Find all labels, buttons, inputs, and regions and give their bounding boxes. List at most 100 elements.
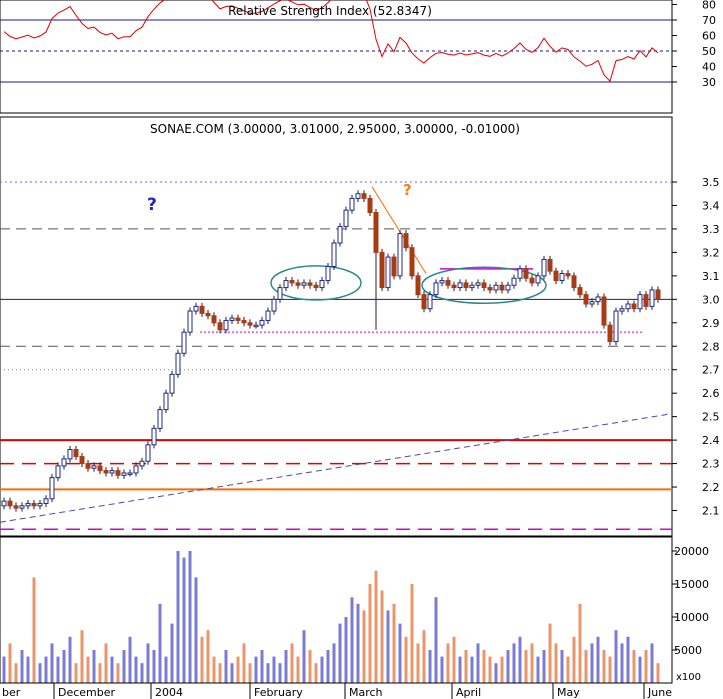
price-tick-label: 2.1 xyxy=(702,505,720,518)
volume-bar xyxy=(272,656,276,683)
candle-body xyxy=(517,268,523,279)
volume-bar xyxy=(260,650,264,683)
volume-tick-label: 5000 xyxy=(674,644,702,657)
candle-body xyxy=(49,477,55,500)
volume-bar xyxy=(86,656,90,683)
volume-bar xyxy=(302,630,306,683)
volume-bar xyxy=(128,636,132,683)
candle-body xyxy=(619,308,625,312)
volume-bar xyxy=(56,656,60,683)
candle-body xyxy=(19,505,25,509)
candle-body xyxy=(565,273,571,277)
candle-body xyxy=(127,472,133,475)
candle-body xyxy=(295,282,301,286)
candle-body xyxy=(649,289,655,307)
volume-bar xyxy=(164,656,168,683)
volume-bar xyxy=(308,650,312,683)
volume-bar xyxy=(548,623,552,683)
volume-bar xyxy=(248,663,252,683)
volume-bar xyxy=(362,610,366,683)
volume-bar xyxy=(146,643,150,683)
volume-bar xyxy=(440,656,444,683)
candle-body xyxy=(589,301,595,305)
candle-body xyxy=(385,256,391,289)
candle-body xyxy=(73,448,79,458)
volume-bar xyxy=(626,636,630,683)
price-tick-label: 3.1 xyxy=(702,270,720,283)
volume-bar xyxy=(224,650,228,683)
volume-bar xyxy=(536,656,540,683)
candle-body xyxy=(535,275,541,284)
candle-body xyxy=(133,465,139,474)
volume-bar xyxy=(68,636,72,683)
volume-bar xyxy=(254,656,258,683)
candle-body xyxy=(409,247,415,277)
candle-body xyxy=(445,280,451,286)
volume-bar xyxy=(572,636,576,683)
volume-bar xyxy=(158,603,162,683)
x-axis-label: 2004 xyxy=(155,686,183,699)
candle-body xyxy=(355,193,361,199)
price-tick-label: 2.5 xyxy=(702,411,720,424)
candle-body xyxy=(115,470,121,476)
candle-body xyxy=(97,465,103,472)
candle-body xyxy=(121,472,127,476)
candle-body xyxy=(367,197,373,214)
volume-bar xyxy=(458,656,462,683)
volume-bar xyxy=(374,570,378,683)
volume-bar xyxy=(290,643,294,683)
price-tick-label: 2.4 xyxy=(702,434,720,447)
volume-bar xyxy=(464,650,468,683)
volume-bar xyxy=(296,656,300,683)
volume-bar xyxy=(638,656,642,683)
volume-tick-label: 15000 xyxy=(674,578,709,591)
candle-body xyxy=(169,373,175,394)
volume-bar xyxy=(170,623,174,683)
volume-bar xyxy=(428,650,432,683)
candle-body xyxy=(541,258,547,277)
price-tick-label: 2.8 xyxy=(702,340,720,353)
volume-bar xyxy=(380,590,384,683)
volume-bar xyxy=(434,597,438,683)
x-axis-label: December xyxy=(58,686,116,699)
candle-body xyxy=(637,294,643,310)
candle-body xyxy=(67,448,73,460)
volume-bar xyxy=(368,584,372,683)
candle-body xyxy=(415,275,421,296)
candle-body xyxy=(13,505,19,509)
candle-body xyxy=(217,322,223,331)
volume-bar xyxy=(470,656,474,683)
candle-body xyxy=(361,193,367,199)
volume-tick-label: 20000 xyxy=(674,545,709,558)
volume-bar xyxy=(8,643,12,683)
rsi-tick-label: 30 xyxy=(702,76,716,89)
candle-body xyxy=(373,212,379,253)
volume-bar xyxy=(590,643,594,683)
candle-body xyxy=(271,298,277,312)
volume-bar xyxy=(656,663,660,683)
candle-body xyxy=(301,282,307,286)
candle-body xyxy=(319,280,325,289)
candle-body xyxy=(577,287,583,296)
candle-body xyxy=(253,324,259,328)
candle-body xyxy=(331,242,337,267)
candle-body xyxy=(427,294,433,310)
price-tick-label: 3.4 xyxy=(702,199,720,212)
volume-bar xyxy=(482,650,486,683)
volume-bar xyxy=(542,650,546,683)
candle-body xyxy=(43,498,49,504)
candle-body xyxy=(235,317,241,321)
volume-bar xyxy=(152,650,156,683)
volume-bar xyxy=(530,643,534,683)
candle-body xyxy=(205,312,211,317)
candle-body xyxy=(313,284,319,289)
volume-bar xyxy=(314,663,318,683)
volume-bar xyxy=(50,643,54,683)
candle-body xyxy=(553,270,559,282)
volume-bar xyxy=(74,663,78,683)
candle-body xyxy=(559,273,565,282)
volume-bar xyxy=(518,636,522,683)
candle-body xyxy=(79,456,85,465)
volume-bar xyxy=(584,650,588,683)
volume-bar xyxy=(512,643,516,683)
